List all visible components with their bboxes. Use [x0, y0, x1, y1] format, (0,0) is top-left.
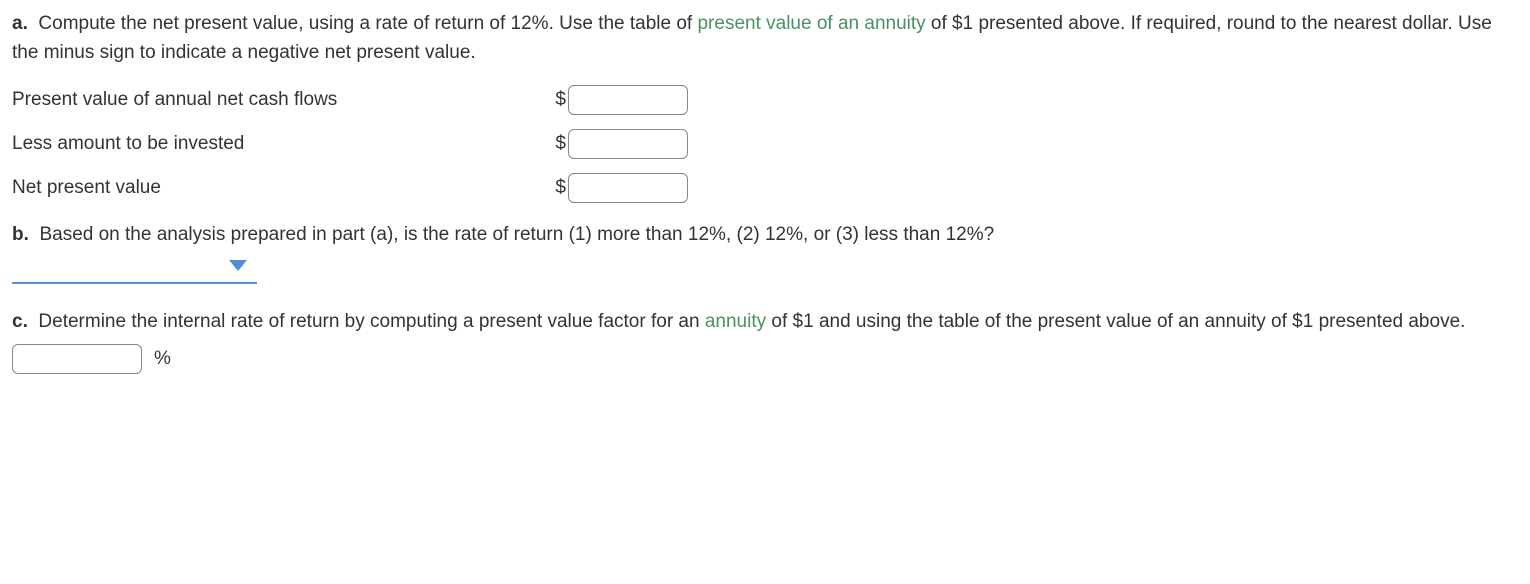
part-a-inputs: Present value of annual net cash flows $… — [12, 85, 1518, 203]
percent-symbol: % — [154, 345, 171, 374]
part-a-text-1: Compute the net present value, using a r… — [38, 13, 697, 34]
part-a-prompt: a. Compute the net present value, using … — [12, 10, 1518, 67]
part-b-prompt: b. Based on the analysis prepared in par… — [12, 221, 1518, 250]
part-c-prompt: c. Determine the internal rate of return… — [12, 308, 1518, 337]
part-b-text: Based on the analysis prepared in part (… — [39, 224, 994, 245]
pv-cashflows-input[interactable] — [568, 85, 688, 115]
irr-input[interactable] — [12, 344, 142, 374]
row-pv-cashflows-label: Present value of annual net cash flows — [12, 86, 552, 115]
row-npv-label: Net present value — [12, 174, 552, 203]
dropdown-line — [12, 260, 257, 284]
dollar-prefix: $ — [552, 174, 566, 203]
part-c-label: c. — [12, 311, 28, 332]
part-b-block: b. Based on the analysis prepared in par… — [12, 221, 1518, 284]
row-npv: Net present value $ — [12, 173, 1518, 203]
row-pv-cashflows: Present value of annual net cash flows $ — [12, 85, 1518, 115]
question-container: a. Compute the net present value, using … — [12, 10, 1518, 374]
chevron-down-icon — [229, 260, 247, 271]
part-b-dropdown[interactable] — [12, 260, 1518, 284]
row-investment-label: Less amount to be invested — [12, 130, 552, 159]
dollar-prefix: $ — [552, 86, 566, 115]
annuity-link[interactable]: annuity — [705, 311, 766, 332]
investment-input[interactable] — [568, 129, 688, 159]
part-a-label: a. — [12, 13, 28, 34]
row-investment: Less amount to be invested $ — [12, 129, 1518, 159]
part-c-input-row: % — [12, 344, 1518, 374]
npv-input[interactable] — [568, 173, 688, 203]
pv-annuity-link[interactable]: present value of an annuity — [697, 13, 925, 34]
part-c-text-2: of $1 and using the table of the present… — [766, 311, 1465, 332]
part-b-label: b. — [12, 224, 29, 245]
dollar-prefix: $ — [552, 130, 566, 159]
part-a-block: a. Compute the net present value, using … — [12, 10, 1518, 203]
part-c-text-1: Determine the internal rate of return by… — [38, 311, 704, 332]
part-c-block: c. Determine the internal rate of return… — [12, 308, 1518, 375]
